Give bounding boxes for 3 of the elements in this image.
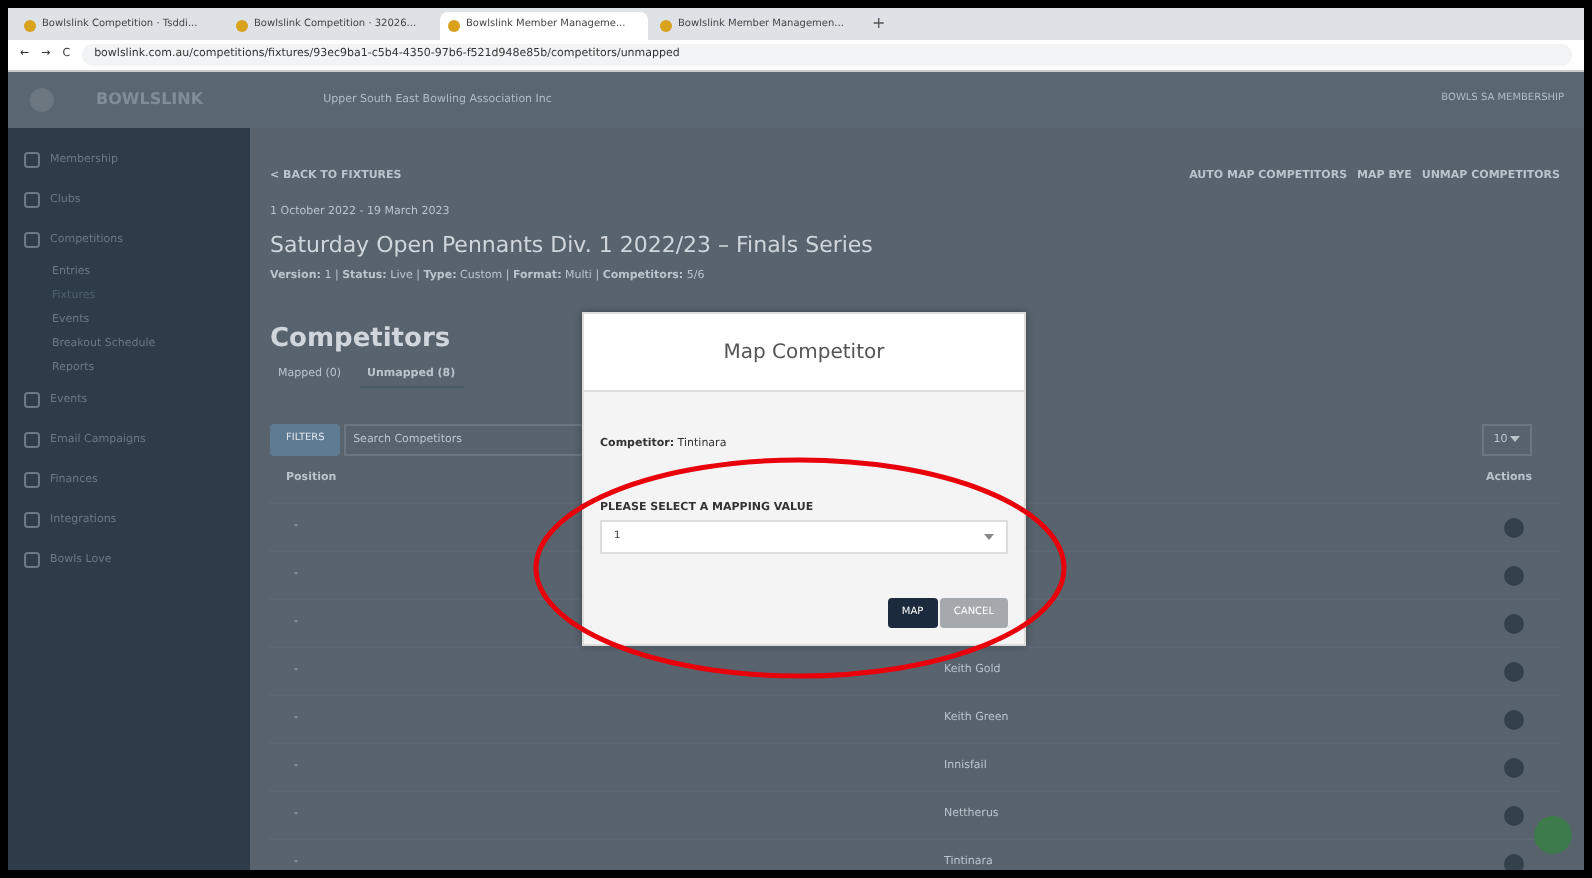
modal-title: Map Competitor bbox=[584, 314, 1024, 392]
competition-title: Saturday Open Pennants Div. 1 2022/23 – Finals Series bbox=[270, 229, 875, 261]
section-heading: Competitors bbox=[270, 321, 451, 358]
